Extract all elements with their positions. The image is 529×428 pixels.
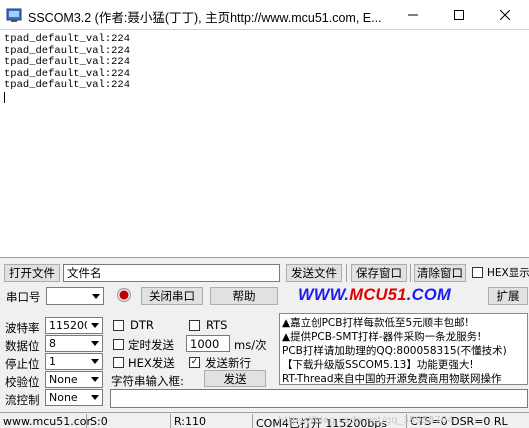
maximize-button[interactable] [436, 0, 482, 29]
divider [252, 414, 253, 428]
minimize-icon [408, 14, 418, 15]
dtr-label: DTR [130, 318, 154, 332]
port-select[interactable] [46, 287, 104, 305]
minimize-button[interactable] [390, 0, 436, 29]
receive-text: tpad_default_val:224 tpad_default_val:224… [4, 33, 131, 104]
receive-textarea[interactable]: tpad_default_val:224 tpad_default_val:224… [0, 29, 529, 258]
parity-label: 校验位 [5, 375, 40, 389]
databits-value: 8 [49, 337, 56, 350]
status-sent-count: S:0 [90, 415, 108, 428]
clear-window-button[interactable]: 清除窗口 [414, 264, 466, 282]
port-label: 串口号 [6, 290, 41, 304]
stopbits-value: 1 [49, 355, 56, 368]
chevron-down-icon [87, 372, 102, 387]
expand-button[interactable]: 扩展 [488, 287, 528, 305]
send-file-button[interactable]: 发送文件 [286, 264, 342, 282]
hex-display-checkbox[interactable] [472, 267, 483, 278]
stopbits-select[interactable]: 1 [45, 353, 103, 370]
receive-line: tpad_default_val:224 [4, 56, 131, 68]
info-line[interactable]: RT-Thread来自中国的开源免费商用物联网操作 [282, 371, 502, 384]
chevron-down-icon [87, 354, 102, 369]
divider [170, 414, 171, 428]
info-line[interactable]: ▲嘉立创PCB打样每款低至5元顺丰包邮! [282, 315, 469, 330]
hex-send-checkbox[interactable] [113, 357, 124, 368]
dtr-checkbox[interactable] [113, 320, 124, 331]
send-newline-label: 发送新行 [205, 356, 251, 370]
link-www: WWW. [298, 286, 350, 304]
parity-value: None [49, 373, 78, 386]
title-bar[interactable]: SSCOM3.2 (作者:聂小猛(丁丁), 主页http://www.mcu51… [0, 0, 529, 29]
divider [346, 264, 347, 282]
window-title: SSCOM3.2 (作者:聂小猛(丁丁), 主页http://www.mcu51… [28, 11, 382, 25]
receive-line: tpad_default_val:224 [4, 79, 131, 91]
port-status-icon [117, 288, 131, 302]
close-button[interactable] [482, 0, 528, 29]
stopbits-label: 停止位 [5, 357, 40, 371]
chevron-down-icon [87, 390, 102, 405]
status-bar: www.mcu51.cor S:0 R:110 COM4已打开 115200bp… [0, 412, 529, 428]
databits-label: 数据位 [5, 339, 40, 353]
status-site[interactable]: www.mcu51.cor [3, 415, 91, 428]
info-line[interactable]: 【下载升级版SSCOM5.13】功能更强大! [282, 357, 474, 372]
timed-send-checkbox[interactable] [113, 339, 124, 350]
send-button[interactable]: 发送 [204, 370, 266, 387]
interval-unit: ms/次 [234, 338, 267, 352]
save-window-button[interactable]: 保存窗口 [351, 264, 407, 282]
interval-input[interactable]: 1000 [186, 335, 230, 352]
baud-value: 115200 [49, 319, 91, 332]
flow-value: None [49, 391, 78, 404]
hex-display-label: HEX显示 [487, 267, 529, 279]
send-input[interactable] [110, 389, 528, 408]
app-icon [6, 7, 22, 23]
baud-label: 波特率 [5, 321, 40, 335]
input-label: 字符串输入框: [111, 374, 184, 388]
timed-send-label: 定时发送 [128, 338, 174, 352]
close-icon [500, 9, 510, 20]
chevron-down-icon [87, 318, 102, 333]
link-mcu51: MCU51 [349, 286, 407, 304]
close-port-button[interactable]: 关闭串口 [141, 287, 203, 305]
text-caret [4, 91, 130, 104]
flow-label: 流控制 [5, 393, 40, 407]
rts-label: RTS [206, 318, 228, 332]
databits-select[interactable]: 8 [45, 335, 103, 352]
mcu51-link[interactable]: WWW.MCU51.COM [298, 286, 451, 305]
info-line[interactable]: ▲提供PCB-SMT打样-器件采购一条龙服务! [282, 329, 481, 344]
chevron-down-icon [87, 336, 102, 351]
divider [410, 264, 411, 282]
flow-select[interactable]: None [45, 389, 103, 406]
open-file-button[interactable]: 打开文件 [4, 264, 60, 282]
hex-send-label: HEX发送 [128, 356, 175, 370]
baud-select[interactable]: 115200 [45, 317, 103, 334]
maximize-icon [454, 9, 464, 20]
divider [86, 414, 87, 428]
filename-input[interactable]: 文件名 [63, 264, 280, 282]
info-panel[interactable]: ▲嘉立创PCB打样每款低至5元顺丰包邮! ▲提供PCB-SMT打样-器件采购一条… [279, 313, 528, 385]
rts-checkbox[interactable] [189, 320, 200, 331]
status-received-count: R:110 [174, 415, 207, 428]
help-button[interactable]: 帮助 [210, 287, 278, 305]
watermark-text: https://blog.csdn.net/qq_38958704 [278, 415, 454, 426]
send-newline-checkbox[interactable]: ✓ [189, 357, 200, 368]
link-com: .COM [406, 286, 451, 304]
info-line[interactable]: PCB打样请加助理的QQ:800058315(不懂技术) [282, 343, 507, 358]
chevron-down-icon [88, 288, 103, 304]
checkmark-icon: ✓ [190, 357, 199, 367]
receive-line: tpad_default_val:224 [4, 33, 131, 45]
parity-select[interactable]: None [45, 371, 103, 388]
